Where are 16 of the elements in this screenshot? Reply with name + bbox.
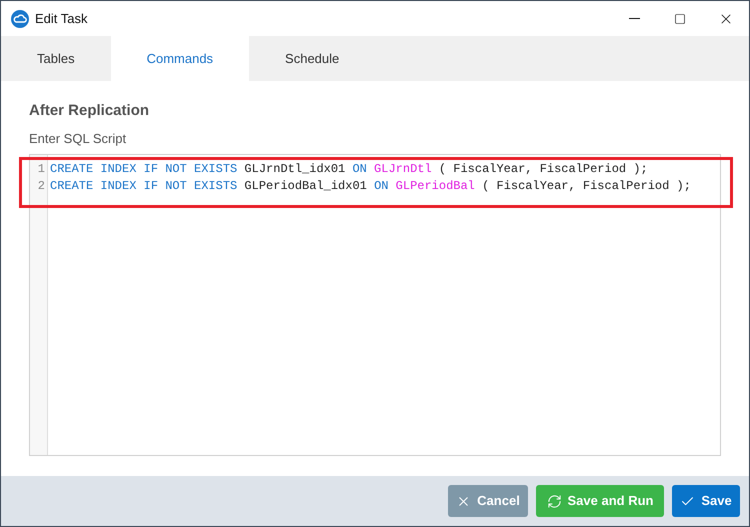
field-label: Enter SQL Script	[29, 131, 128, 147]
run-button[interactable]: Save and Run	[536, 485, 664, 517]
line-number: 1	[38, 161, 45, 178]
cancel-button[interactable]: Cancel	[448, 485, 528, 517]
maximize-icon	[674, 12, 686, 24]
tab[interactable]: Commands	[110, 36, 250, 81]
save-button[interactable]: Save	[672, 485, 740, 517]
minimize-icon	[628, 18, 640, 19]
cloud-logo-icon	[11, 10, 29, 28]
window-title: Edit Task	[35, 10, 88, 28]
section-heading: After Replication	[29, 101, 150, 121]
sql-editor[interactable]: 1 2 CREATE INDEX IF NOT EXISTS GLJrnDtl_idx01 ON GLJrnDtl ( FiscalYear, FiscalPeriod ); CREATE INDEX IF NOT EXISTS GLPeriodBal_idx01 ON GLPeriodBal ( FiscalYear, FiscalPeriod );	[29, 154, 721, 456]
refresh-icon	[546, 494, 562, 508]
line-number: 2	[38, 178, 45, 195]
code-line: CREATE INDEX IF NOT EXISTS GLPeriodBal_idx01 ON GLPeriodBal ( FiscalYear, FiscalPeriod );	[50, 178, 691, 195]
code-line: CREATE INDEX IF NOT EXISTS GLJrnDtl_idx01 ON GLJrnDtl ( FiscalYear, FiscalPeriod );	[50, 161, 649, 178]
